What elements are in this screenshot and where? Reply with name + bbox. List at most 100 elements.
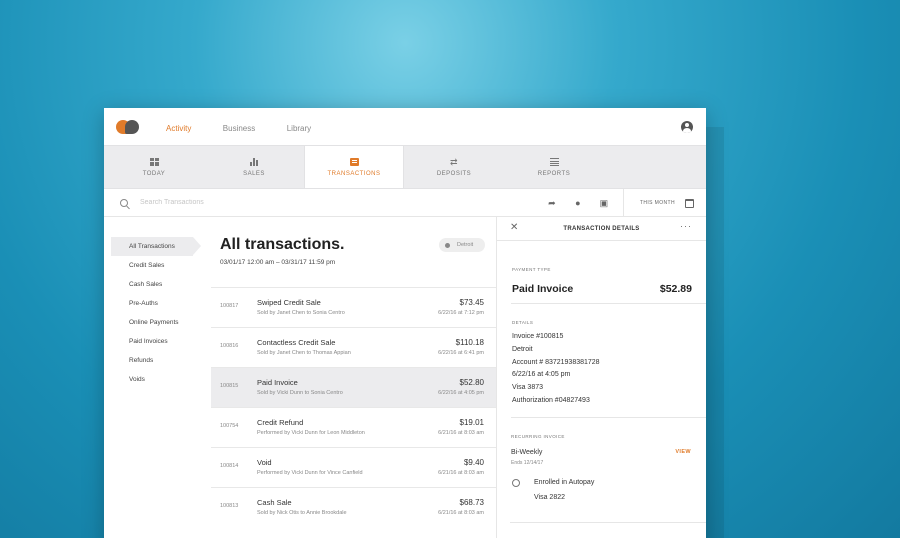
tab-transactions[interactable]: TRANSACTIONS (304, 146, 404, 188)
transaction-amount: $19.01 (459, 418, 484, 427)
nav-business[interactable]: Business (223, 124, 255, 133)
transfer-icon: ⇄ (449, 156, 459, 167)
sidebar-item-paid-invoices[interactable]: Paid Invoices (111, 332, 209, 351)
search-input[interactable] (140, 199, 390, 206)
list-icon (549, 157, 559, 166)
nav-library[interactable]: Library (287, 124, 311, 133)
authorization-number: Authorization #04827493 (512, 396, 590, 404)
transaction-id: 100754 (220, 423, 239, 429)
search-bar: ➦ ● ▣ THIS MONTH (104, 189, 706, 217)
transaction-id: 100816 (220, 343, 239, 349)
transaction-id: 100815 (220, 383, 239, 389)
transaction-sub: Performed by Vicki Dunn for Vince Canfie… (257, 470, 363, 476)
transaction-date: 6/21/16 at 8:03 am (438, 430, 484, 436)
location-label: Detroit (457, 242, 474, 248)
filter-sidebar: All Transactions Credit Sales Cash Sales… (104, 237, 209, 389)
transaction-name: Void (257, 458, 272, 467)
tab-today[interactable]: TODAY (104, 146, 204, 188)
contact-card-icon[interactable]: ▣ (591, 189, 617, 217)
search-icon (120, 198, 128, 207)
sidebar-item-voids[interactable]: Voids (111, 370, 209, 389)
transaction-date: 6/22/16 at 7:12 pm (438, 310, 484, 316)
share-icon[interactable]: ➦ (539, 189, 565, 217)
account-number: Account # 83721938381728 (512, 358, 600, 366)
transaction-details-panel: ✕ TRANSACTION DETAILS ··· PAYMENT TYPE P… (496, 217, 706, 538)
sidebar-item-pre-auths[interactable]: Pre-Auths (111, 294, 209, 313)
transaction-name: Cash Sale (257, 498, 292, 507)
date-range: 03/01/17 12:00 am – 03/31/17 11:59 pm (220, 259, 336, 266)
tab-deposits[interactable]: ⇄ DEPOSITS (404, 146, 504, 188)
receipt-icon (349, 157, 359, 166)
transaction-name: Credit Refund (257, 418, 304, 427)
payment-type: Paid Invoice (512, 283, 574, 295)
location-pin-icon[interactable]: ● (565, 189, 591, 217)
transaction-amount: $68.73 (459, 498, 484, 507)
transaction-rows: 100817 Swiped Credit Sale Sold by Janet … (211, 287, 496, 527)
table-row[interactable]: 100754 Credit Refund Performed by Vicki … (211, 407, 496, 447)
transaction-id: 100813 (220, 503, 239, 509)
user-account-icon[interactable] (681, 121, 693, 133)
table-row[interactable]: 100817 Swiped Credit Sale Sold by Janet … (211, 287, 496, 327)
section-tabs: TODAY SALES TRANSACTIONS ⇄ DEPOSITS REPO… (104, 145, 706, 189)
location-badge[interactable]: Detroit (439, 238, 485, 252)
location-pin-icon (445, 242, 450, 248)
background-card (706, 127, 724, 538)
transaction-sub: Performed by Vicki Dunn for Leon Middlet… (257, 430, 365, 436)
sidebar-item-all-transactions[interactable]: All Transactions (111, 237, 201, 256)
table-row[interactable]: 100814 Void Performed by Vicki Dunn for … (211, 447, 496, 487)
transaction-id: 100814 (220, 463, 239, 469)
transaction-amount: $73.45 (459, 298, 484, 307)
payment-type-label: PAYMENT TYPE (512, 267, 551, 272)
period-selector[interactable]: THIS MONTH (640, 200, 675, 206)
bar-chart-icon (249, 157, 259, 166)
transaction-id: 100817 (220, 303, 239, 309)
tab-label: TRANSACTIONS (327, 170, 381, 177)
tab-label: SALES (243, 170, 265, 177)
transaction-name: Paid Invoice (257, 378, 298, 387)
payment-amount: $52.89 (659, 283, 692, 295)
sidebar-item-online-payments[interactable]: Online Payments (111, 313, 209, 332)
filter-toolbar: ➦ ● ▣ THIS MONTH (539, 189, 706, 217)
sidebar-item-cash-sales[interactable]: Cash Sales (111, 275, 209, 294)
details-label: DETAILS (512, 320, 534, 325)
transaction-date: 6/21/16 at 8:03 am (438, 470, 484, 476)
nav-activity[interactable]: Activity (166, 124, 191, 133)
transaction-name: Swiped Credit Sale (257, 298, 321, 307)
top-bar: Activity Business Library (104, 108, 706, 145)
transaction-sub: Sold by Janet Chen to Thomas Appian (257, 350, 351, 356)
details-header: ✕ TRANSACTION DETAILS ··· (497, 217, 706, 241)
app-window: Activity Business Library TODAY SALES TR… (104, 108, 706, 538)
brand-logo[interactable] (116, 118, 140, 136)
invoice-number: Invoice #100815 (512, 333, 564, 340)
tab-reports[interactable]: REPORTS (504, 146, 604, 188)
transaction-sub: Sold by Vicki Dunn to Sonia Centro (257, 390, 343, 396)
transaction-amount: $9.40 (463, 458, 484, 467)
calendar-icon[interactable] (685, 198, 694, 208)
view-recurring-button[interactable]: VIEW (675, 449, 691, 455)
table-row[interactable]: 100816 Contactless Credit Sale Sold by J… (211, 327, 496, 367)
tab-label: DEPOSITS (436, 170, 472, 177)
sidebar-item-credit-sales[interactable]: Credit Sales (111, 256, 209, 275)
details-title: TRANSACTION DETAILS (563, 226, 640, 232)
grid-icon (149, 157, 159, 166)
transaction-date: 6/22/16 at 4:05 pm (438, 390, 484, 396)
tab-label: TODAY (142, 170, 166, 177)
table-row[interactable]: 100813 Cash Sale Sold by Nick Otis to An… (211, 487, 496, 527)
main-content: All Transactions Credit Sales Cash Sales… (104, 217, 706, 538)
transaction-amount: $110.18 (455, 338, 484, 347)
transaction-date: 6/21/16 at 8:03 am (438, 510, 484, 516)
transaction-amount: $52.80 (459, 378, 484, 387)
transaction-date: 6/22/16 at 6:41 pm (438, 350, 484, 356)
tab-sales[interactable]: SALES (204, 146, 304, 188)
details-lines: Invoice #100815 Detroit Account # 837219… (512, 331, 600, 408)
more-options-icon[interactable]: ··· (680, 221, 692, 231)
table-row[interactable]: 100815 Paid Invoice Sold by Vicki Dunn t… (211, 367, 496, 407)
top-nav: Activity Business Library (166, 118, 338, 136)
transaction-sub: Sold by Nick Otis to Annie Brookdale (257, 510, 347, 516)
transaction-name: Contactless Credit Sale (257, 338, 336, 347)
sidebar-item-refunds[interactable]: Refunds (111, 351, 209, 370)
card-info: Visa 3873 (512, 384, 544, 392)
location: Detroit (512, 345, 533, 353)
page-title: All transactions. (220, 236, 345, 253)
transaction-sub: Sold by Janet Chen to Sonia Centro (257, 310, 345, 316)
